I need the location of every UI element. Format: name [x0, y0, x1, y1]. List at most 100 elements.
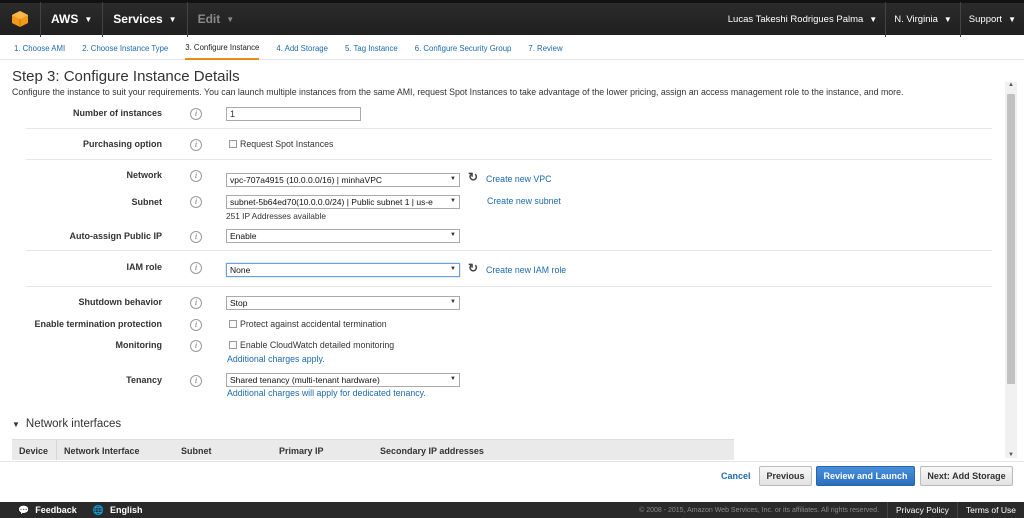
scroll-up-arrow-icon[interactable]: ▲ — [1008, 82, 1014, 88]
column-divider — [56, 440, 57, 460]
info-icon[interactable]: i — [190, 262, 202, 274]
column-header-primary-ip[interactable]: Primary IP — [279, 446, 324, 456]
chevron-down-icon: ▼ — [168, 14, 177, 24]
column-header-secondary-ip[interactable]: Secondary IP addresses — [380, 446, 484, 456]
divider — [26, 128, 992, 129]
chevron-down-icon: ▼ — [1008, 14, 1016, 24]
public-ip-select[interactable]: Enable ▼ — [226, 229, 460, 243]
aws-menu[interactable]: AWS ▼ — [41, 3, 102, 35]
purchasing-option-label: Purchasing option — [82, 139, 162, 149]
create-subnet-link[interactable]: Create new subnet — [487, 196, 561, 206]
iam-role-select[interactable]: None ▼ — [226, 263, 460, 277]
spot-instances-label[interactable]: Request Spot Instances — [240, 139, 333, 149]
chevron-down-icon: ▼ — [450, 176, 456, 182]
network-interfaces-toggle[interactable]: ▼ Network interfaces — [12, 418, 121, 430]
spot-instances-checkbox[interactable] — [229, 140, 237, 148]
scroll-down-arrow-icon[interactable]: ▼ — [1008, 452, 1014, 458]
divider — [26, 286, 992, 287]
previous-button[interactable]: Previous — [759, 466, 812, 486]
info-icon[interactable]: i — [190, 108, 202, 120]
support-menu[interactable]: Support ▼ — [961, 3, 1024, 35]
speech-bubble-icon: 💬 — [18, 504, 30, 515]
create-vpc-link[interactable]: Create new VPC — [486, 174, 552, 184]
tab-configure-security-group[interactable]: 6. Configure Security Group — [415, 38, 512, 60]
column-header-subnet[interactable]: Subnet — [181, 446, 212, 456]
region-menu[interactable]: N. Virginia ▼ — [886, 3, 960, 35]
divider — [26, 250, 992, 251]
support-label: Support — [968, 13, 1003, 25]
feedback-button[interactable]: 💬 Feedback — [0, 505, 85, 516]
shutdown-behavior-label: Shutdown behavior — [78, 297, 162, 307]
next-add-storage-button[interactable]: Next: Add Storage — [920, 466, 1013, 486]
tab-choose-instance-type[interactable]: 2. Choose Instance Type — [82, 38, 168, 60]
network-select-value: vpc-707a4915 (10.0.0.0/16) | minhaVPC — [230, 175, 382, 185]
tenancy-select-value: Shared tenancy (multi-tenant hardware) — [230, 375, 380, 385]
wizard-actions: Cancel Previous Review and Launch Next: … — [0, 461, 1024, 488]
info-icon[interactable]: i — [190, 319, 202, 331]
network-interfaces-title: Network interfaces — [25, 418, 122, 430]
tenancy-select[interactable]: Shared tenancy (multi-tenant hardware) ▼ — [226, 373, 460, 387]
region-name: N. Virginia — [894, 13, 938, 25]
review-and-launch-button[interactable]: Review and Launch — [816, 466, 915, 486]
edit-menu-label: Edit — [197, 12, 221, 26]
column-header-network-interface[interactable]: Network Interface — [64, 446, 140, 456]
shutdown-behavior-select[interactable]: Stop ▼ — [226, 296, 460, 310]
user-menu[interactable]: Lucas Takeshi Rodrigues Palma ▼ — [720, 3, 885, 35]
feedback-label: Feedback — [35, 505, 77, 515]
language-selector[interactable]: 🌐 English — [85, 505, 151, 516]
aws-cube-logo-icon[interactable] — [0, 2, 40, 37]
cloudwatch-monitoring-checkbox-label[interactable]: Enable CloudWatch detailed monitoring — [240, 340, 394, 350]
terms-of-use-link[interactable]: Terms of Use — [956, 502, 1024, 518]
create-iam-role-link[interactable]: Create new IAM role — [486, 265, 566, 275]
termination-protection-checkbox-label[interactable]: Protect against accidental termination — [240, 319, 387, 329]
tab-add-storage[interactable]: 4. Add Storage — [276, 38, 328, 60]
info-icon[interactable]: i — [190, 196, 202, 208]
refresh-icon[interactable]: ↻ — [468, 170, 478, 184]
subnet-select[interactable]: subnet-5b64ed70(10.0.0.0/24) | Public su… — [226, 195, 460, 209]
num-instances-label: Number of instances — [72, 108, 162, 118]
language-label: English — [109, 505, 143, 515]
iam-role-label: IAM role — [126, 262, 162, 272]
main-content: Step 3: Configure Instance Details Confi… — [0, 60, 1005, 460]
info-icon[interactable]: i — [190, 340, 202, 352]
refresh-icon[interactable]: ↻ — [468, 261, 478, 275]
subnet-label: Subnet — [131, 197, 163, 207]
aws-menu-label: AWS — [51, 12, 79, 26]
footer: 💬 Feedback 🌐 English © 2008 - 2015, Amaz… — [0, 502, 1024, 518]
tab-configure-instance[interactable]: 3. Configure Instance — [185, 38, 260, 60]
column-header-device[interactable]: Device — [19, 446, 48, 456]
network-label: Network — [126, 170, 162, 180]
info-icon[interactable]: i — [190, 297, 202, 309]
cancel-button[interactable]: Cancel — [713, 466, 759, 486]
info-icon[interactable]: i — [190, 170, 202, 182]
info-icon[interactable]: i — [190, 231, 202, 243]
tenancy-charges-link[interactable]: Additional charges will apply for dedica… — [227, 388, 426, 398]
globe-icon: 🌐 — [92, 504, 104, 515]
num-instances-input[interactable]: 1 — [226, 107, 361, 121]
chevron-down-icon: ▼ — [450, 232, 456, 238]
info-icon[interactable]: i — [190, 375, 202, 387]
tab-choose-ami[interactable]: 1. Choose AMI — [14, 38, 65, 60]
subnet-select-value: subnet-5b64ed70(10.0.0.0/24) | Public su… — [230, 197, 433, 207]
tab-review[interactable]: 7. Review — [528, 38, 562, 60]
tenancy-label: Tenancy — [126, 375, 162, 385]
services-menu[interactable]: Services ▼ — [103, 3, 186, 35]
page-title: Step 3: Configure Instance Details — [12, 68, 240, 85]
subnet-available-ips: 251 IP Addresses available — [226, 211, 326, 221]
copyright-text: © 2008 - 2015, Amazon Web Services, Inc.… — [639, 506, 880, 514]
info-icon[interactable]: i — [190, 139, 202, 151]
cloudwatch-monitoring-checkbox[interactable] — [229, 341, 237, 349]
vertical-scrollbar[interactable]: ▲ ▼ — [1005, 82, 1017, 458]
network-interfaces-table: Device Network Interface Subnet Primary … — [12, 439, 734, 460]
top-nav: AWS ▼ Services ▼ Edit ▼ Lucas Takeshi Ro… — [0, 0, 1024, 37]
triangle-down-icon: ▼ — [12, 419, 20, 429]
chevron-down-icon: ▼ — [450, 198, 456, 204]
network-select[interactable]: vpc-707a4915 (10.0.0.0/16) | minhaVPC ▼ — [226, 173, 460, 187]
scrollbar-thumb[interactable] — [1007, 94, 1015, 384]
termination-protection-checkbox[interactable] — [229, 320, 237, 328]
edit-menu[interactable]: Edit ▼ — [188, 3, 245, 35]
tab-tag-instance[interactable]: 5. Tag Instance — [345, 38, 398, 60]
monitoring-charges-link[interactable]: Additional charges apply. — [227, 354, 325, 364]
privacy-policy-link[interactable]: Privacy Policy — [887, 502, 957, 518]
services-menu-label: Services — [113, 12, 163, 26]
